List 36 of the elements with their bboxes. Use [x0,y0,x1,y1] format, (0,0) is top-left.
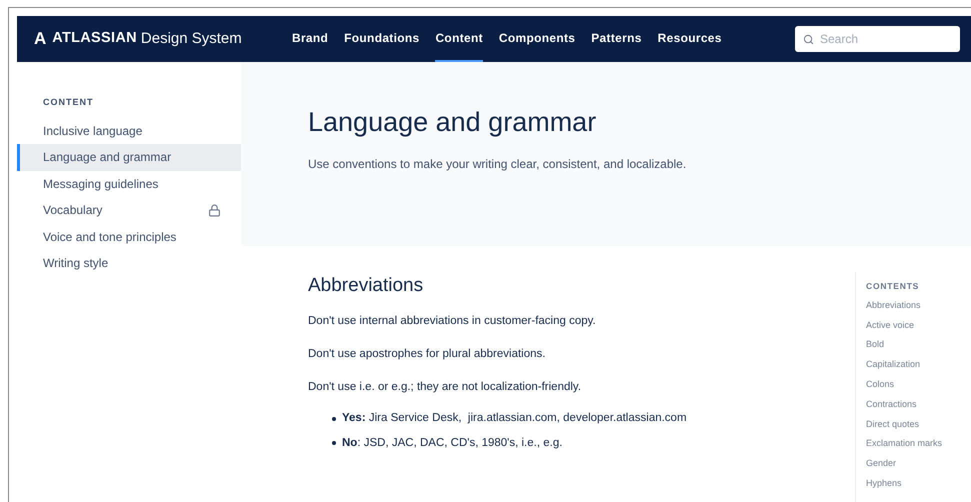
page-title: Language and grammar [308,106,598,139]
toc-link[interactable]: Exclamation marks [866,437,971,458]
toc-heading: CONTENTS [866,280,920,293]
logo-mark[interactable]: A [34,26,46,52]
sidebar-item[interactable]: Writing style [17,250,241,276]
toc-link[interactable]: Gender [866,457,971,477]
nav-tab[interactable]: Foundations [344,16,420,62]
toc-link[interactable]: Capitalization [866,358,971,378]
paragraph: Don't use i.e. or e.g.; they are not localization-friendly. [308,380,582,395]
page-subtitle: Use conventions to make your writing clear, consistent, and localizable. [308,156,688,172]
sidebar-item[interactable]: Language and grammar [17,144,241,170]
toc-link[interactable]: Contractions [866,398,971,418]
list-item: Yes: Jira Service Desk, jira.atlassian.com, developer.atlassian.com [342,411,687,426]
nav-tab[interactable]: Brand [292,16,328,62]
toc-link[interactable]: Colons [866,378,971,398]
toc-link[interactable]: Direct quotes [866,418,971,438]
paragraph: Don't use internal abbreviations in customer-facing copy. [308,314,597,328]
search-field[interactable]: Search [795,26,960,52]
paragraph: Don't use apostrophes for plural abbreviations. [308,346,546,362]
toc-link[interactable]: Abbreviations [866,298,971,319]
sidebar-item[interactable]: Vocabulary [17,197,241,224]
list-item: No: JSD, JAC, DAC, CD's, 1980's, i.e., e.g. [342,436,562,450]
toc-link[interactable]: Hyphens [866,476,971,497]
nav-tab[interactable]: Resources [658,16,722,62]
toc-link[interactable]: Bold [866,338,971,358]
section-heading: Abbreviations [308,274,424,298]
sidebar-item[interactable]: Inclusive language [17,118,241,144]
sidebar-item[interactable]: Voice and tone principles [17,224,241,250]
sidebar-item[interactable]: Messaging guidelines [17,170,241,197]
nav-tab[interactable]: Patterns [591,16,642,62]
search-icon [803,34,814,44]
logo-brand[interactable]: ATLASSIAN [52,28,137,50]
logo-product: Design System [140,28,242,49]
nav-tab[interactable]: Components [498,16,576,62]
toc-link[interactable]: Active voice [866,318,971,338]
sidebar-heading: CONTENT [43,96,94,109]
